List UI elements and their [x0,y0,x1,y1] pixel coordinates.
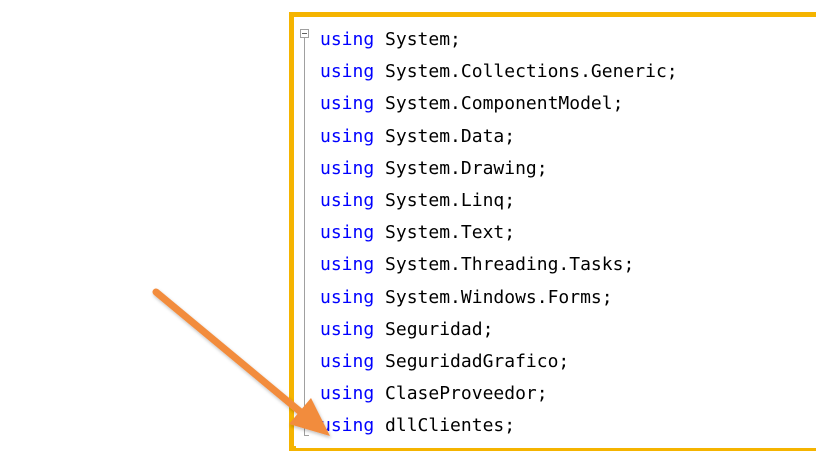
namespace: System.Windows.Forms; [385,286,613,308]
keyword: using [320,318,375,340]
keyword: using [320,415,375,437]
namespace: System.Collections.Generic; [385,61,678,83]
code-line[interactable]: using System.Data; [320,121,678,153]
code-editor[interactable]: using System; using System.Collections.G… [296,17,816,448]
keyword: using [320,254,375,276]
keyword: using [320,189,375,211]
namespace: System.Linq; [385,189,516,211]
namespace: System.ComponentModel; [385,93,624,115]
keyword: using [320,157,375,179]
keyword: using [320,350,375,372]
namespace: dllClientes; [385,415,516,437]
keyword: using [320,125,375,147]
namespace: System.Drawing; [385,157,548,179]
keyword: using [320,61,375,83]
keyword: using [320,93,375,115]
namespace: System; [385,29,461,50]
keyword: using [320,29,375,50]
code-line-highlighted[interactable]: using dllClientes; [320,410,678,442]
outline-margin-end [304,435,309,436]
code-line[interactable]: using System.Linq; [320,185,678,217]
namespace: System.Threading.Tasks; [385,254,635,276]
collapse-minus-icon[interactable] [300,29,309,38]
code-line[interactable]: using ClaseProveedor; [320,378,678,410]
namespace: SeguridadGrafico; [385,350,570,372]
code-line[interactable]: using System; [320,24,678,56]
keyword: using [320,222,375,244]
namespace: Seguridad; [385,318,494,340]
code-line[interactable]: using System.ComponentModel; [320,88,678,120]
namespace: ClaseProveedor; [385,383,548,405]
namespace: System.Data; [385,125,516,147]
code-line[interactable]: using Seguridad; [320,314,678,346]
code-line[interactable]: using System.Drawing; [320,153,678,185]
code-line[interactable]: using SeguridadGrafico; [320,346,678,378]
keyword: using [320,286,375,308]
code-line[interactable]: using System.Collections.Generic; [320,56,678,88]
using-directives-list: using System; using System.Collections.G… [320,24,678,442]
code-line[interactable]: using System.Text; [320,217,678,249]
code-line[interactable]: using System.Threading.Tasks; [320,249,678,281]
keyword: using [320,383,375,405]
screenshot-canvas: using System; using System.Collections.G… [0,0,816,454]
namespace: System.Text; [385,222,516,244]
code-line[interactable]: using System.Windows.Forms; [320,282,678,314]
outline-margin-line [304,38,305,435]
